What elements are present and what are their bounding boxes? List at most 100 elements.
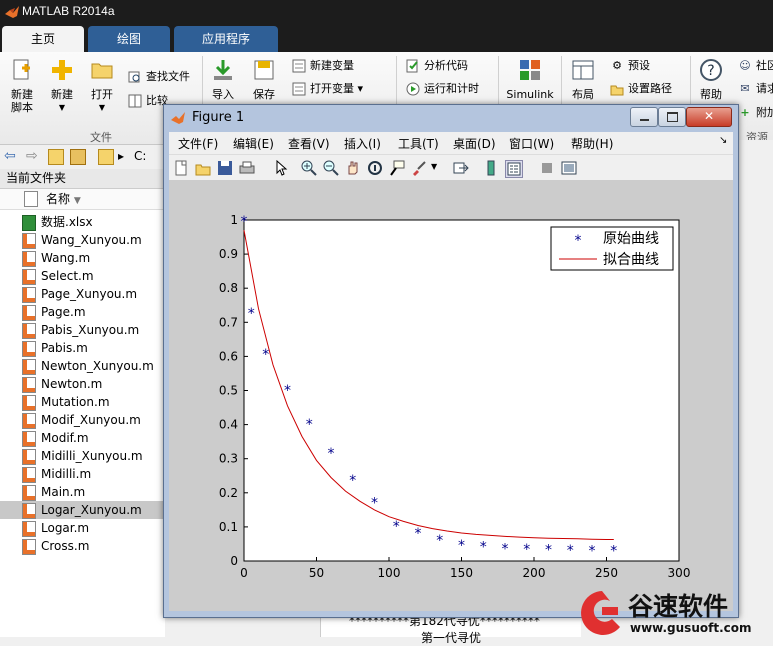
compare-button[interactable]: 比较 xyxy=(128,92,168,110)
file-list-item[interactable]: Wang_Xunyou.m xyxy=(0,231,165,249)
file-list-item[interactable]: 数据.xlsx xyxy=(0,213,165,231)
analyze-code-label: 分析代码 xyxy=(424,59,468,72)
file-list-item[interactable]: Newton.m xyxy=(0,375,165,393)
simulink-icon xyxy=(520,60,540,80)
y-tick-label: 0.5 xyxy=(219,384,238,398)
forward-icon[interactable]: ⇨ xyxy=(26,148,38,164)
import-icon xyxy=(214,60,232,80)
m-file-icon xyxy=(22,251,36,267)
tab-plots[interactable]: 绘图 xyxy=(88,26,170,52)
close-button[interactable]: ✕ xyxy=(686,107,732,127)
folder-icon xyxy=(91,63,113,79)
legend-icon[interactable] xyxy=(505,160,523,178)
file-list-item[interactable]: Midilli_Xunyou.m xyxy=(0,447,165,465)
colorbar-icon[interactable] xyxy=(483,160,499,176)
minimize-button[interactable] xyxy=(630,107,658,127)
tab-home[interactable]: 主页 xyxy=(2,26,84,52)
plus-icon xyxy=(52,60,72,80)
simulink-button[interactable]: Simulink xyxy=(504,58,556,101)
y-tick-label: 0 xyxy=(230,554,238,568)
show-plot-tools-icon[interactable] xyxy=(561,160,577,176)
open-file-icon[interactable] xyxy=(195,160,211,176)
figure-title-bar[interactable]: Figure 1 ✕ xyxy=(164,105,738,131)
menu-window[interactable]: 窗口(W) xyxy=(509,135,554,152)
set-path-button[interactable]: 设置路径 xyxy=(610,80,672,98)
tab-apps[interactable]: 应用程序 xyxy=(174,26,278,52)
file-icon xyxy=(24,191,38,207)
analyze-code-button[interactable]: 分析代码 xyxy=(406,57,468,75)
pointer-icon[interactable] xyxy=(273,160,289,176)
brush-icon[interactable] xyxy=(411,160,427,176)
file-list-item[interactable]: Pabis.m xyxy=(0,339,165,357)
run-and-time-button[interactable]: 运行和计时 xyxy=(406,80,479,98)
find-files-button[interactable]: 查找文件 xyxy=(128,68,190,86)
file-name: Wang.m xyxy=(41,251,91,265)
community-button[interactable]: ☺ 社区 xyxy=(738,57,773,75)
menu-view[interactable]: 查看(V) xyxy=(288,135,330,152)
y-tick-label: 0.4 xyxy=(219,418,238,432)
breadcrumb-path[interactable]: C: xyxy=(134,149,146,163)
up-folder-icon[interactable] xyxy=(48,149,64,165)
menu-help[interactable]: 帮助(H) xyxy=(571,135,613,152)
menu-file[interactable]: 文件(F) xyxy=(178,135,218,152)
print-icon[interactable] xyxy=(239,160,255,176)
file-list-item[interactable]: Newton_Xunyou.m xyxy=(0,357,165,375)
file-list-item[interactable]: Pabis_Xunyou.m xyxy=(0,321,165,339)
addons-button[interactable]: + 附加 xyxy=(738,104,773,122)
file-list-item[interactable]: Wang.m xyxy=(0,249,165,267)
browse-folder-icon[interactable] xyxy=(70,149,86,165)
file-list-item[interactable]: Page_Xunyou.m xyxy=(0,285,165,303)
file-name: Cross.m xyxy=(41,539,90,553)
file-list-item[interactable]: Midilli.m xyxy=(0,465,165,483)
file-list-item[interactable]: Main.m xyxy=(0,483,165,501)
legend[interactable]: * 原始曲线 拟合曲线 xyxy=(550,226,674,271)
zoom-in-icon[interactable] xyxy=(301,160,317,176)
app-title: MATLAB R2014a xyxy=(22,4,115,18)
file-list-item[interactable]: Select.m xyxy=(0,267,165,285)
file-list-item[interactable]: Logar_Xunyou.m xyxy=(0,501,165,519)
axes-background[interactable] xyxy=(243,219,680,562)
file-list-item[interactable]: Modif.m xyxy=(0,429,165,447)
gear-icon: ⚙ xyxy=(612,59,622,72)
x-tick-label: 50 xyxy=(309,566,324,580)
import-button[interactable]: 导入 xyxy=(206,58,240,101)
back-icon[interactable]: ⇦ xyxy=(4,148,16,164)
rotate-3d-icon[interactable] xyxy=(367,160,383,176)
data-point-star: * xyxy=(284,383,291,399)
help-button[interactable]: ? 帮助 xyxy=(694,58,728,101)
new-button[interactable]: 新建 ▼ xyxy=(44,58,80,114)
preferences-button[interactable]: ⚙ 预设 xyxy=(610,57,650,75)
new-figure-icon[interactable] xyxy=(173,160,189,176)
save-workspace-button[interactable]: 保存 xyxy=(246,58,282,101)
new-variable-button[interactable]: 新建变量 xyxy=(292,57,354,75)
dock-icon[interactable]: ↘ xyxy=(719,135,727,146)
menu-insert[interactable]: 插入(I) xyxy=(344,135,381,152)
file-list-item[interactable]: Cross.m xyxy=(0,537,165,555)
open-button[interactable]: 打开 ▼ xyxy=(84,58,120,114)
file-list-item[interactable]: Modif_Xunyou.m xyxy=(0,411,165,429)
file-list-item[interactable]: Page.m xyxy=(0,303,165,321)
new-script-button[interactable]: 新建 脚本 xyxy=(4,58,40,114)
file-list-item[interactable]: Logar.m xyxy=(0,519,165,537)
layout-button[interactable]: 布局 xyxy=(566,58,600,101)
menu-edit[interactable]: 编辑(E) xyxy=(233,135,274,152)
pan-icon[interactable] xyxy=(345,160,361,176)
save-icon[interactable] xyxy=(217,160,233,176)
zoom-out-icon[interactable] xyxy=(323,160,339,176)
file-name: Modif.m xyxy=(41,431,89,445)
request-button[interactable]: ✉ 请求 xyxy=(738,80,773,98)
data-point-star: * xyxy=(458,538,465,554)
x-tick-label: 300 xyxy=(668,566,691,580)
data-cursor-icon[interactable] xyxy=(389,160,405,176)
community-label: 社区 xyxy=(756,59,773,72)
file-list-item[interactable]: Mutation.m xyxy=(0,393,165,411)
maximize-button[interactable] xyxy=(658,107,686,127)
menu-desktop[interactable]: 桌面(D) xyxy=(453,135,496,152)
menu-tools[interactable]: 工具(T) xyxy=(398,135,439,152)
brush-dropdown-icon[interactable]: ▼ xyxy=(431,162,437,171)
link-plot-icon[interactable] xyxy=(453,160,469,176)
analyze-code-icon xyxy=(406,59,418,73)
name-column-header[interactable]: 名称 ▼ xyxy=(0,189,165,210)
hide-plot-tools-icon[interactable] xyxy=(539,160,555,176)
open-variable-button[interactable]: 打开变量 ▾ xyxy=(292,80,363,98)
